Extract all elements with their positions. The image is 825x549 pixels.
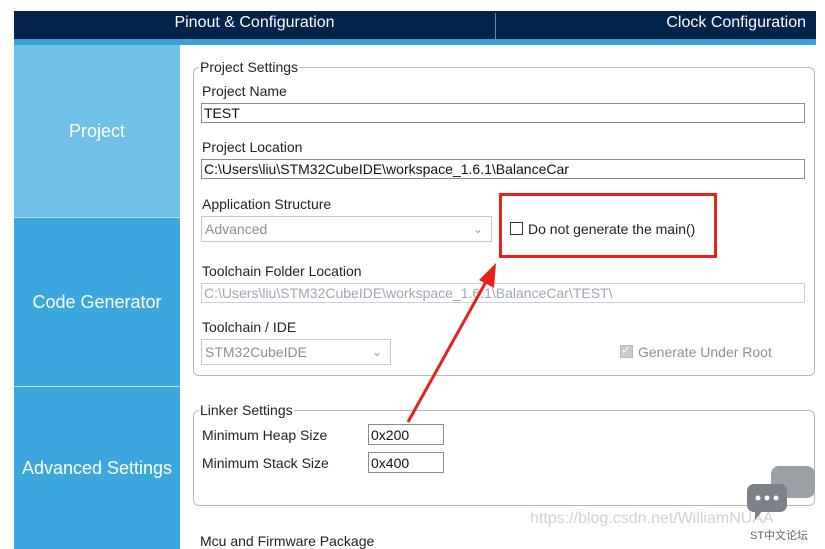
watermark-text: https://blog.csdn.net/WilliamNUAA xyxy=(530,510,774,527)
annotation-arrow-icon xyxy=(406,263,496,423)
brand-text: ST中文论坛 xyxy=(750,530,809,542)
chat-bubble-icon xyxy=(747,466,815,520)
